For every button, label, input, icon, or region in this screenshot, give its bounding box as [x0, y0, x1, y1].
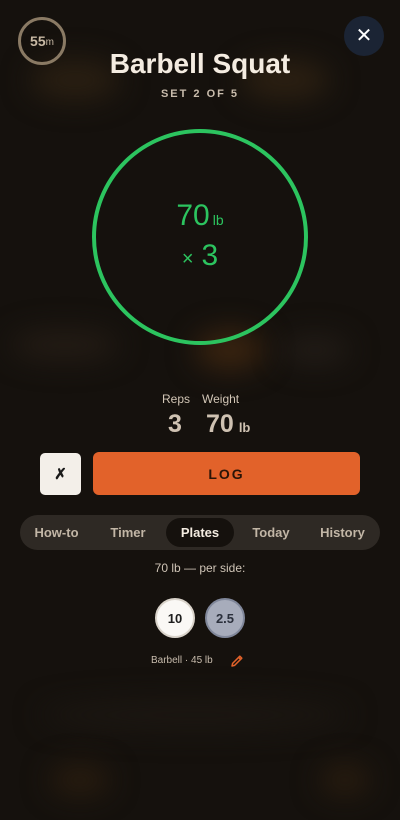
weight-value: 70 — [206, 410, 234, 438]
tab-today[interactable]: Today — [237, 518, 305, 547]
weight-value-row: 70 lb — [202, 410, 250, 439]
log-button[interactable]: LOG — [93, 452, 360, 495]
per-side-label: 70 lb — per side: — [154, 561, 246, 575]
weight-label: Weight — [202, 392, 240, 406]
target-ring: 70 lb × 3 — [92, 129, 308, 345]
times-symbol: × — [181, 247, 194, 270]
tab-plates[interactable]: Plates — [166, 518, 234, 547]
reps-label: Reps — [162, 392, 191, 406]
reps-value: 3 — [168, 410, 182, 438]
tab-how-to[interactable]: How-to — [23, 518, 90, 547]
pencil-icon[interactable] — [229, 653, 245, 669]
close-icon: ✕ — [355, 25, 373, 47]
cross-icon: ✗ — [54, 466, 67, 483]
plate-10: 10 — [155, 598, 195, 638]
tab-history[interactable]: History — [308, 518, 377, 547]
barbell-label: Barbell · 45 lb — [151, 655, 213, 666]
weight-unit: lb — [238, 420, 251, 435]
cancel-button[interactable]: ✗ — [40, 453, 81, 495]
weight-stat[interactable]: Weight 70 lb — [202, 392, 250, 439]
plate-2-5: 2.5 — [205, 598, 245, 638]
reps-stat[interactable]: Reps 3 — [162, 392, 190, 439]
target-weight: 70 lb — [176, 199, 223, 237]
set-label: SET 2 OF 5 — [160, 88, 240, 100]
target-weight-unit: lb — [212, 211, 224, 228]
target-reps: × 3 — [182, 239, 218, 276]
exercise-title: Barbell Squat — [109, 48, 291, 79]
target-reps-value: 3 — [201, 238, 219, 272]
target-weight-value: 70 — [176, 198, 210, 232]
tab-timer[interactable]: Timer — [94, 518, 162, 547]
tab-bar: How-to Timer Plates Today History — [20, 515, 380, 550]
blurred-background — [0, 0, 400, 820]
rest-timer-value: 55 — [30, 33, 46, 49]
rest-timer-unit: m — [45, 37, 54, 48]
